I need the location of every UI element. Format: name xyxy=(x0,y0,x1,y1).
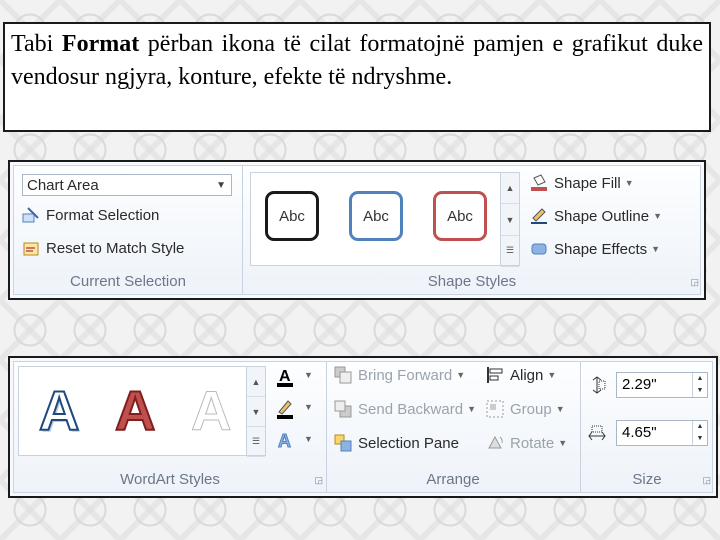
scroll-down-icon[interactable]: ▼ xyxy=(247,397,265,428)
send-backward-icon xyxy=(334,400,352,418)
shape-effects-icon xyxy=(530,240,548,258)
caption-prefix: Tabi xyxy=(11,31,62,57)
chevron-down-icon: ▼ xyxy=(304,370,313,380)
align-icon xyxy=(486,366,504,384)
selection-pane-button[interactable]: Selection Pane xyxy=(334,434,459,452)
shape-height-icon xyxy=(588,376,606,394)
dialog-launcher-icon[interactable]: ◲ xyxy=(702,475,711,486)
wordart-style-white[interactable]: A xyxy=(190,382,231,439)
pencil-icon xyxy=(530,207,548,225)
svg-text:A: A xyxy=(278,431,291,451)
reset-style-icon xyxy=(22,239,40,257)
chevron-down-icon: ▼ xyxy=(467,404,476,414)
scroll-up-icon[interactable]: ▲ xyxy=(501,173,519,205)
more-icon[interactable]: ☰ xyxy=(501,236,519,268)
chevron-down-icon: ▼ xyxy=(304,434,313,444)
current-selection-label: Current Selection xyxy=(70,273,186,290)
paint-bucket-icon xyxy=(530,174,548,192)
gallery-scroll[interactable]: ▲ ▼ ☰ xyxy=(500,173,519,268)
chevron-down-icon: ▼ xyxy=(456,370,466,380)
chevron-down-icon: ▼ xyxy=(555,404,565,414)
format-selection-button[interactable]: Format Selection xyxy=(22,206,159,224)
wordart-gallery-scroll[interactable]: ▲ ▼ ☰ xyxy=(246,367,265,458)
dialog-launcher-icon[interactable]: ◲ xyxy=(690,277,699,288)
shape-styles-gallery: Abc Abc Abc ▲ ▼ ☰ xyxy=(250,172,520,268)
reset-style-button[interactable]: Reset to Match Style xyxy=(22,239,184,257)
current-selection-group: Chart Area ▼ Format Selection Reset to Ma… xyxy=(14,166,243,294)
shape-height-input[interactable]: 2.29" ▲ ▼ xyxy=(616,372,708,398)
chevron-down-icon: ▼ xyxy=(216,180,226,191)
shape-width-input[interactable]: 4.65" ▲ ▼ xyxy=(616,420,708,446)
wordart-style-red[interactable]: A xyxy=(114,382,156,440)
rotate-button[interactable]: Rotate ▼ xyxy=(486,434,567,452)
text-effects-button[interactable]: A ▼ xyxy=(276,430,313,452)
bring-forward-icon xyxy=(334,366,352,384)
chevron-down-icon: ▼ xyxy=(624,178,634,188)
arrange-group: Bring Forward ▼ Send Backward ▼ Selection … xyxy=(326,362,581,492)
shape-style-swatch-black[interactable]: Abc xyxy=(265,191,319,241)
caption-bold: Format xyxy=(61,31,140,57)
shape-style-swatch-red[interactable]: Abc xyxy=(433,191,487,241)
text-fill-icon: A xyxy=(276,366,294,387)
arrange-label: Arrange xyxy=(426,471,480,488)
send-backward-button[interactable]: Send Backward ▼ xyxy=(334,400,476,418)
shape-fill-button[interactable]: Shape Fill ▼ xyxy=(530,174,634,192)
text-outline-button[interactable]: ▼ xyxy=(276,398,313,419)
caption-textbox: Tabi Format përban ikona të cilat format… xyxy=(3,22,711,132)
chevron-down-icon: ▼ xyxy=(651,244,661,254)
align-button[interactable]: Align ▼ xyxy=(486,366,556,384)
text-fill-button[interactable]: A ▼ xyxy=(276,366,313,387)
shape-style-swatch-blue[interactable]: Abc xyxy=(349,191,403,241)
selection-pane-icon xyxy=(334,434,352,452)
more-icon[interactable]: ☰ xyxy=(247,427,265,458)
shape-width-icon xyxy=(588,424,606,442)
chevron-down-icon: ▼ xyxy=(547,370,557,380)
text-outline-icon xyxy=(276,398,294,419)
shape-styles-group: Abc Abc Abc ▲ ▼ ☰ Shape Fill ▼ Shape Outlin… xyxy=(242,166,702,294)
size-group: 2.29" ▲ ▼ 4.65" ▲ ▼ Size ◲ xyxy=(580,362,714,492)
format-selection-icon xyxy=(22,206,40,224)
ribbon-format-top: Chart Area ▼ Format Selection Reset to Ma… xyxy=(8,160,706,300)
spinner-icon[interactable]: ▲ ▼ xyxy=(692,373,707,397)
scroll-down-icon[interactable]: ▼ xyxy=(501,204,519,236)
bring-forward-button[interactable]: Bring Forward ▼ xyxy=(334,366,465,384)
wordart-gallery: A A A ▲ ▼ ☰ xyxy=(18,366,266,458)
group-button[interactable]: Group ▼ xyxy=(486,400,565,418)
chart-elements-combo[interactable]: Chart Area ▼ xyxy=(22,174,232,196)
size-label: Size xyxy=(632,471,662,488)
shape-effects-button[interactable]: Shape Effects ▼ xyxy=(530,240,660,258)
wordart-style-blue[interactable]: A xyxy=(38,382,80,440)
shape-styles-label: Shape Styles xyxy=(427,273,517,290)
shape-outline-button[interactable]: Shape Outline ▼ xyxy=(530,207,662,225)
rotate-icon xyxy=(486,434,504,452)
scroll-up-icon[interactable]: ▲ xyxy=(247,367,265,398)
spinner-icon[interactable]: ▲ ▼ xyxy=(692,421,707,445)
group-icon xyxy=(486,400,504,418)
wordart-styles-label: WordArt Styles xyxy=(120,471,220,488)
svg-text:A: A xyxy=(279,368,291,385)
dialog-launcher-icon[interactable]: ◲ xyxy=(314,475,323,486)
chevron-down-icon: ▼ xyxy=(558,438,568,448)
text-effects-icon: A xyxy=(276,430,294,452)
ribbon-format-bottom: A A A ▲▼☰ A▼ ▼ A▼ WordArt Styles ◲ B xyxy=(8,356,718,498)
chevron-down-icon: ▼ xyxy=(304,402,313,412)
wordart-styles-group: A A A ▲ ▼ ☰ A ▼ ▼ A ▼ WordArt Styles ◲ xyxy=(14,362,327,492)
chevron-down-icon: ▼ xyxy=(653,211,662,221)
